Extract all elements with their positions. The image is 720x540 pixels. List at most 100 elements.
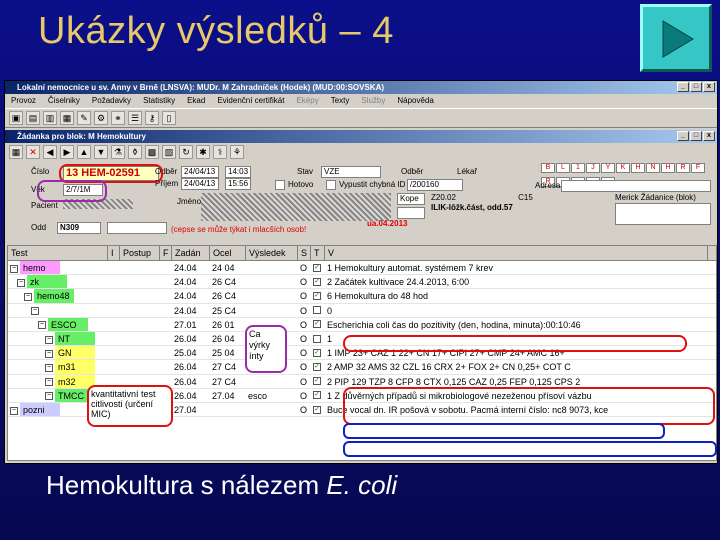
maximize-button[interactable]: □ (690, 131, 702, 141)
table-row[interactable]: − ESCO 27.01 26 01 O ✓ Escherichia coli čas do… (8, 317, 716, 332)
menu-item[interactable]: Statistiky (143, 94, 175, 108)
edit-icon[interactable]: ✎ (77, 111, 91, 125)
row-checkbox[interactable]: ✓ (313, 292, 321, 300)
flag-cell[interactable]: F (691, 163, 705, 173)
tree-toggle-icon[interactable]: − (38, 321, 46, 330)
menu-item[interactable]: Eképy (296, 94, 318, 108)
menu-item[interactable]: Evidenční certifikát (217, 94, 284, 108)
flag-cell[interactable]: J (586, 163, 600, 173)
flag-cell[interactable]: H (631, 163, 645, 173)
maximize-button[interactable]: □ (690, 82, 702, 92)
column-header[interactable]: V (325, 246, 708, 260)
odber-date-field[interactable]: 24/04/13 (181, 166, 219, 178)
flag-cell[interactable]: Y (601, 163, 615, 173)
column-header[interactable]: S (298, 246, 311, 260)
odd-detail-field[interactable] (107, 222, 167, 234)
book-icon[interactable]: ▯ (162, 111, 176, 125)
column-header[interactable]: I (108, 246, 120, 260)
menu-item[interactable]: Požadavky (92, 94, 131, 108)
tree-toggle-icon[interactable]: − (17, 278, 25, 287)
microscope-icon[interactable]: ⚗ (111, 145, 125, 159)
flag-cell[interactable]: N (646, 163, 660, 173)
refresh-icon[interactable]: ↻ (179, 145, 193, 159)
prijem-date-field[interactable]: 24/04/13 (181, 178, 219, 190)
flag-cell[interactable]: K (616, 163, 630, 173)
row-checkbox[interactable]: ✓ (313, 277, 321, 286)
arrow-left-icon[interactable]: ◀ (43, 145, 57, 159)
minimize-button[interactable]: _ (677, 131, 689, 141)
merick-field[interactable] (615, 203, 711, 225)
tools-icon[interactable]: ⚙ (94, 111, 108, 125)
tube-icon[interactable]: ⚘ (230, 145, 244, 159)
hotovo-checkbox[interactable] (275, 180, 285, 190)
minimize-button[interactable]: _ (677, 82, 689, 92)
row-checkbox[interactable]: ✓ (313, 377, 321, 386)
row-checkbox[interactable] (313, 334, 321, 343)
tree-toggle-icon[interactable]: − (31, 307, 39, 316)
flag-cell[interactable]: 1 (571, 163, 585, 173)
table-row[interactable]: − hemo 24.04 24 04 O ✓ 1 Hemokultury automat. … (8, 261, 716, 276)
column-header[interactable]: Výsledek (246, 246, 298, 260)
arrow-up-icon[interactable]: ▲ (77, 145, 91, 159)
bug-icon[interactable]: ✱ (196, 145, 210, 159)
close-icon[interactable]: ✕ (26, 145, 40, 159)
tree-toggle-icon[interactable]: − (45, 363, 53, 372)
grid-icon[interactable]: ▩ (145, 145, 159, 159)
menu-item[interactable]: Čiselniky (48, 94, 80, 108)
row-checkbox[interactable]: ✓ (313, 362, 321, 371)
table-row[interactable]: − 24.04 25 C4 O 0 (8, 304, 716, 318)
row-checkbox[interactable]: ✓ (313, 320, 321, 329)
lab-icon[interactable]: ⚕ (213, 145, 227, 159)
tree-toggle-icon[interactable]: − (24, 293, 32, 301)
tree-toggle-icon[interactable]: − (10, 264, 18, 273)
tree-toggle-icon[interactable]: − (45, 335, 53, 344)
arrow-right-icon[interactable]: ▶ (60, 145, 74, 159)
menu-item[interactable]: Provoz (11, 94, 36, 108)
flag-cell[interactable]: B (541, 163, 555, 173)
row-checkbox[interactable]: ✓ (313, 263, 321, 272)
row-checkbox[interactable]: ✓ (313, 391, 321, 400)
row-checkbox[interactable]: ✓ (313, 405, 321, 414)
odber-time-field[interactable]: 14:03 (225, 166, 251, 178)
grid-icon[interactable]: ▧ (162, 145, 176, 159)
table-row[interactable]: − m31 26.04 27 C4 O ✓ 2 AMP 32 AMS 32 CZL 16 C… (8, 360, 716, 375)
column-header[interactable]: Test (8, 246, 108, 260)
doc-icon[interactable]: ▤ (26, 111, 40, 125)
flask-icon[interactable]: ⚱ (128, 145, 142, 159)
prijem-time-field[interactable]: 15:56 (225, 178, 251, 190)
arrow-down-icon[interactable]: ▼ (94, 145, 108, 159)
menu-item[interactable]: Služby (361, 94, 385, 108)
link-icon[interactable]: ⚭ (111, 111, 125, 125)
column-header[interactable]: Ocel (210, 246, 246, 260)
doc-icon[interactable]: ▥ (43, 111, 57, 125)
list-icon[interactable]: ☰ (128, 111, 142, 125)
close-button[interactable]: x (703, 131, 715, 141)
print-icon[interactable]: ▦ (60, 111, 74, 125)
save-icon[interactable]: ▣ (9, 111, 23, 125)
stav-field[interactable]: VZE (321, 166, 381, 178)
chybna-checkbox[interactable] (326, 180, 336, 190)
table-row[interactable]: − hemo48 24.04 26 C4 O ✓ 6 Hemokultura do 48 h… (8, 289, 716, 304)
flag-cell[interactable]: L (556, 163, 570, 173)
next-slide-button[interactable] (640, 4, 712, 72)
sample-id-field[interactable]: /200160 (407, 179, 463, 191)
adresa-field[interactable] (561, 180, 711, 192)
row-checkbox[interactable]: ✓ (313, 348, 321, 357)
row-checkbox[interactable] (313, 306, 321, 315)
column-header[interactable]: F (160, 246, 172, 260)
tree-toggle-icon[interactable]: − (45, 392, 53, 401)
tree-toggle-icon[interactable]: − (45, 349, 53, 358)
table-row[interactable]: − zk 24.04 26 C4 O ✓ 2 Začátek kultivace 24.4.… (8, 275, 716, 290)
kope-button[interactable]: Kope (397, 193, 425, 205)
odd-field[interactable]: N309 (57, 222, 101, 234)
blank-field[interactable] (397, 207, 425, 219)
menu-item[interactable]: Ekad (187, 94, 205, 108)
tree-toggle-icon[interactable]: − (10, 406, 18, 415)
print-icon[interactable]: ▦ (9, 145, 23, 159)
close-button[interactable]: x (703, 82, 715, 92)
column-header[interactable]: Zadán (172, 246, 210, 260)
flag-cell[interactable]: R (676, 163, 690, 173)
flag-cell[interactable]: H (661, 163, 675, 173)
tree-toggle-icon[interactable]: − (45, 378, 53, 387)
column-header[interactable]: Postup (120, 246, 160, 260)
